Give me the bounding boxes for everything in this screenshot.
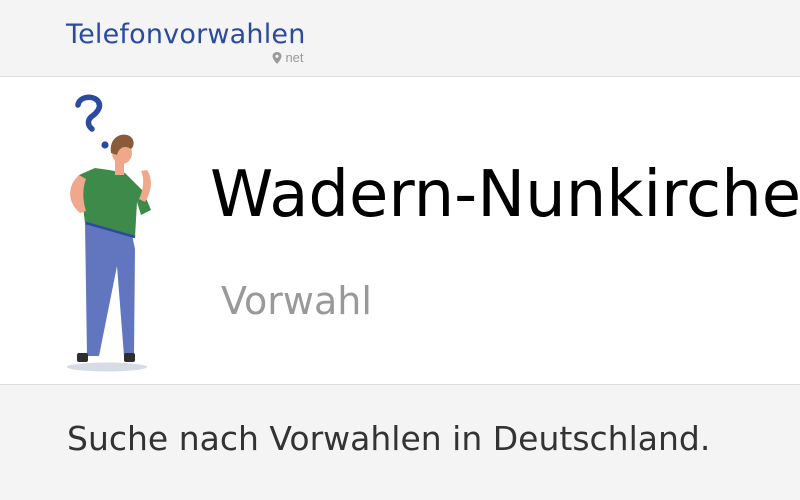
place-title: Wadern-Nunkirchen	[210, 158, 800, 232]
logo-text: Telefonvorwahlen	[66, 19, 306, 50]
hero-section: Wadern-Nunkirchen Vorwahl	[0, 77, 800, 385]
search-prompt: Suche nach Vorwahlen in Deutschland.	[67, 419, 711, 458]
logo-suffix-text: net	[285, 50, 304, 65]
site-header: Telefonvorwahlen net	[0, 0, 800, 77]
thinking-person-illustration	[67, 94, 151, 372]
question-mark-icon	[75, 94, 109, 149]
site-logo-link[interactable]: Telefonvorwahlen net	[66, 18, 306, 65]
place-subtitle: Vorwahl	[221, 279, 372, 323]
map-pin-icon	[272, 51, 282, 64]
logo-suffix: net	[272, 50, 304, 65]
